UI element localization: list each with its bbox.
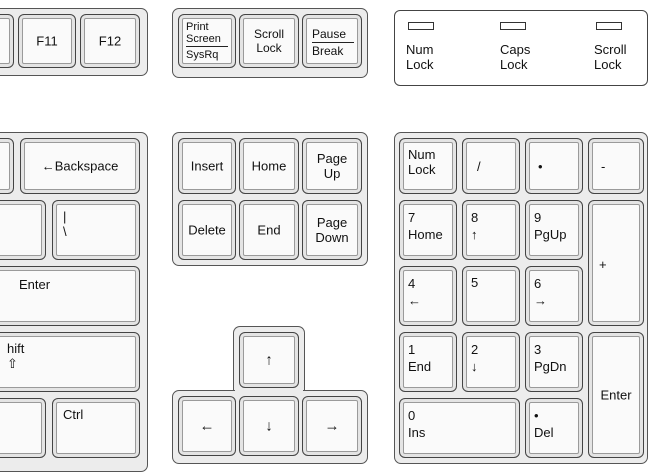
ctrl-key[interactable]: Ctrl [52,398,140,458]
numpad-5-key[interactable]: 5 [462,266,520,326]
end-key[interactable]: End [239,200,299,260]
windows-key-partial[interactable] [0,398,46,458]
numpad-plus-key[interactable]: + [588,200,644,326]
numpad-1-end-key[interactable]: 1 End [399,332,457,392]
home-key[interactable]: Home [239,138,299,194]
numpad-multiply-key[interactable]: • [525,138,583,194]
shift-key[interactable]: hift ⇧ [0,332,140,392]
caps-lock-light [500,22,526,30]
numpad-8-up-key[interactable]: 8 ↑ [462,200,520,260]
f12-key[interactable]: F12 [80,14,140,68]
pause-break-key[interactable]: Pause Break [302,14,362,68]
numpad-7-home-key[interactable]: 7 Home [399,200,457,260]
numpad-6-right-key[interactable]: 6 → [525,266,583,326]
right-arrow-key[interactable]: → [302,396,362,456]
arrow-panel-join [235,388,303,392]
page-down-key[interactable]: Page Down [302,200,362,260]
up-arrow-key[interactable]: ↑ [239,332,299,388]
print-screen-label: Print Screen [186,21,221,45]
numpad-num-lock-key[interactable]: Num Lock [399,138,457,194]
numpad-divide-key[interactable]: / [462,138,520,194]
print-screen-key[interactable]: Print Screen SysRq [178,14,236,68]
scroll-lock-key[interactable]: Scroll Lock [239,14,299,68]
numpad-9-pgup-key[interactable]: 9 PgUp [525,200,583,260]
left-arrow-key[interactable]: ← [178,396,236,456]
caps-lock-indicator-label: Caps Lock [500,42,531,72]
break-label: Break [312,44,344,58]
numpad-4-left-key[interactable]: 4 ← [399,266,457,326]
pause-divider [312,42,354,43]
delete-key[interactable]: Delete [178,200,236,260]
enter-key[interactable]: Enter [0,266,140,326]
num-lock-light [408,22,434,30]
equals-key-partial[interactable] [0,138,14,194]
print-screen-divider [186,46,228,47]
f10-key-partial[interactable] [0,14,14,68]
numpad-minus-key[interactable]: - [588,138,644,194]
scroll-lock-light [596,22,622,30]
numpad-decimal-del-key[interactable]: • Del [525,398,583,458]
bracket-key-partial[interactable] [0,200,46,260]
numpad-2-down-key[interactable]: 2 ↓ [462,332,520,392]
num-lock-indicator-label: Num Lock [406,42,434,72]
pause-label: Pause [312,27,347,41]
backslash-key[interactable]: | \ [52,200,140,260]
numpad-enter-key[interactable]: Enter [588,332,644,458]
insert-key[interactable]: Insert [178,138,236,194]
f11-key[interactable]: F11 [18,14,76,68]
sysrq-label: SysRq [186,49,219,61]
page-up-key[interactable]: Page Up [302,138,362,194]
numpad-3-pgdn-key[interactable]: 3 PgDn [525,332,583,392]
down-arrow-key[interactable]: ↓ [239,396,299,456]
backspace-key[interactable]: ←Backspace [20,138,140,194]
scroll-lock-indicator-label: Scroll Lock [594,42,627,72]
numpad-0-ins-key[interactable]: 0 Ins [399,398,520,458]
